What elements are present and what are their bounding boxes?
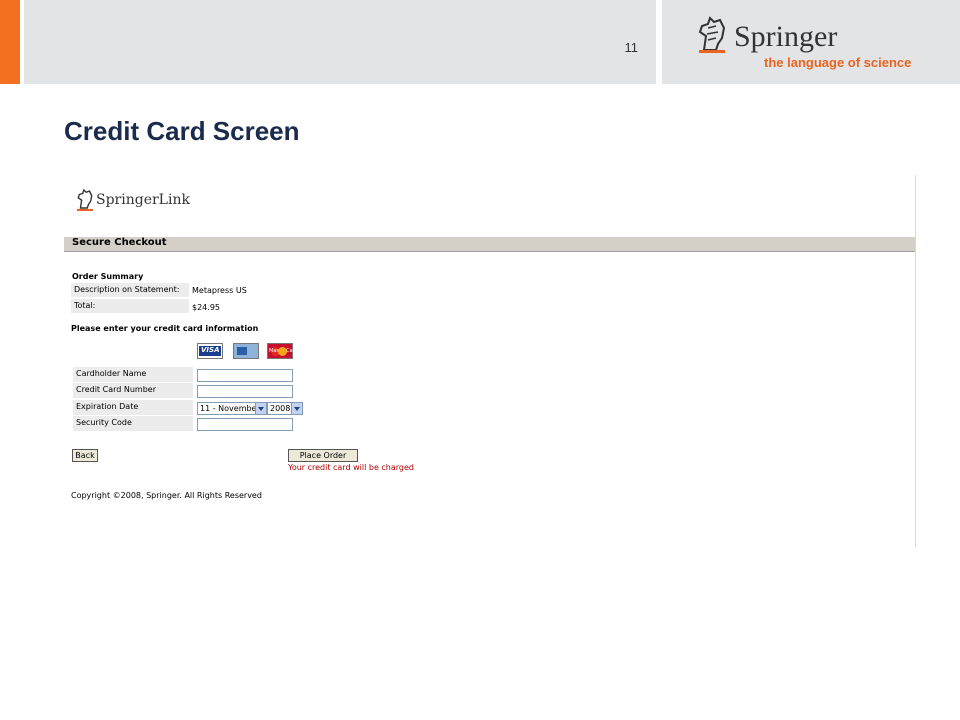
card-number-label: Credit Card Number: [73, 383, 193, 398]
checkout-title: Secure Checkout: [72, 237, 167, 248]
chevron-down-icon[interactable]: [255, 403, 266, 414]
springerlink-name: SpringerLink: [96, 192, 190, 208]
springerlink-logo: SpringerLink: [76, 187, 216, 213]
back-button[interactable]: Back: [72, 449, 98, 462]
brand-panel: Springer the language of science: [662, 0, 960, 84]
horse-head-icon: [77, 188, 93, 209]
expiration-label: Expiration Date: [73, 400, 193, 415]
card-section-title: Please enter your credit card informatio…: [71, 324, 259, 333]
slide-header: 11: [24, 0, 656, 84]
card-number-input[interactable]: [197, 385, 293, 398]
place-order-button[interactable]: Place Order: [288, 449, 358, 462]
total-value: $24.95: [192, 303, 220, 312]
statement-label: Description on Statement:: [71, 283, 189, 297]
total-label: Total:: [71, 299, 189, 313]
cardholder-name-input[interactable]: [197, 369, 293, 382]
security-code-input[interactable]: [197, 418, 293, 431]
expiration-month-select[interactable]: 11 - November: [197, 402, 267, 415]
security-code-label: Security Code: [73, 416, 193, 431]
springer-logo: Springer the language of science: [696, 14, 936, 74]
charge-notice: Your credit card will be charged: [288, 463, 414, 472]
brand-name: Springer: [734, 20, 838, 53]
logo-underline: [699, 50, 725, 53]
checkout-header: Secure Checkout: [64, 237, 915, 252]
accent-bar: [0, 0, 20, 84]
amex-card-icon: [233, 343, 259, 359]
slide-title: Credit Card Screen: [64, 116, 300, 146]
order-summary-title: Order Summary: [72, 272, 144, 281]
visa-card-icon: VISA: [197, 343, 223, 359]
mastercard-card-icon: MasterCard: [267, 343, 298, 359]
expiration-year-select[interactable]: 2008: [267, 402, 303, 415]
horse-head-icon: [698, 16, 726, 51]
cardholder-name-label: Cardholder Name: [73, 367, 193, 382]
copyright-text: Copyright ©2008, Springer. All Rights Re…: [71, 491, 262, 500]
page-number: 11: [624, 40, 639, 55]
checkout-screenshot: SpringerLink Secure Checkout Order Summa…: [64, 175, 916, 547]
logo-underline: [77, 209, 93, 211]
statement-value: Metapress US: [192, 286, 247, 295]
chevron-down-icon[interactable]: [291, 403, 302, 414]
brand-tagline: the language of science: [764, 55, 912, 70]
